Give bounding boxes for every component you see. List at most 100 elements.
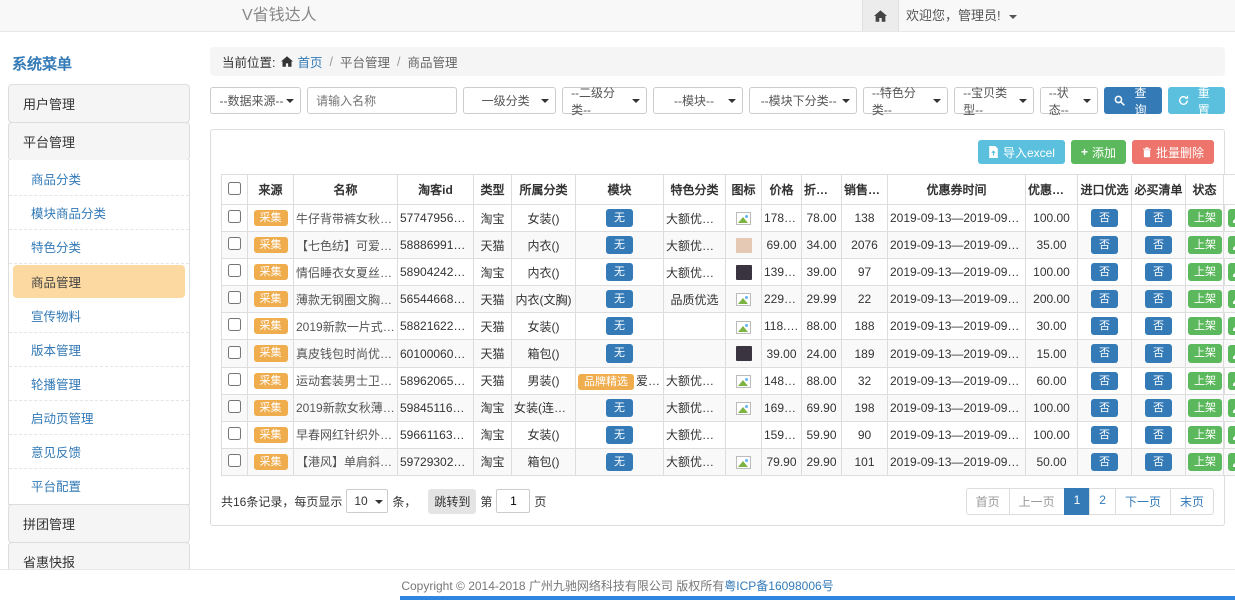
status-badge[interactable]: 上架 bbox=[1188, 290, 1222, 308]
sidebar-item-模块商品分类[interactable]: 模块商品分类 bbox=[9, 196, 189, 230]
level1-category-select[interactable]: 一级分类 bbox=[463, 87, 556, 114]
import-select-badge[interactable]: 否 bbox=[1091, 372, 1118, 390]
status-badge[interactable]: 上架 bbox=[1188, 372, 1222, 390]
page-button-末页[interactable]: 末页 bbox=[1170, 488, 1214, 515]
row-checkbox[interactable] bbox=[228, 291, 241, 304]
edit-button[interactable] bbox=[1228, 372, 1235, 390]
must-buy-badge[interactable]: 否 bbox=[1145, 317, 1172, 335]
module-brand-badge[interactable]: 品牌精选 bbox=[578, 374, 634, 390]
row-checkbox[interactable] bbox=[228, 400, 241, 413]
reset-button[interactable]: 重置 bbox=[1168, 87, 1225, 114]
status-badge[interactable]: 上架 bbox=[1188, 344, 1222, 362]
import-select-badge[interactable]: 否 bbox=[1091, 263, 1118, 281]
status-badge[interactable]: 上架 bbox=[1188, 209, 1222, 227]
page-button-1[interactable]: 1 bbox=[1064, 488, 1091, 515]
sidebar-item-版本管理[interactable]: 版本管理 bbox=[9, 333, 189, 367]
row-checkbox[interactable] bbox=[228, 237, 241, 250]
sidebar-group-拼团管理[interactable]: 拼团管理 bbox=[8, 504, 190, 543]
add-button[interactable]: + 添加 bbox=[1071, 140, 1126, 164]
must-buy-badge[interactable]: 否 bbox=[1145, 290, 1172, 308]
must-buy-badge[interactable]: 否 bbox=[1145, 209, 1172, 227]
page-button-2[interactable]: 2 bbox=[1089, 488, 1116, 515]
module-none-badge[interactable]: 无 bbox=[606, 317, 633, 335]
sidebar-item-商品分类[interactable]: 商品分类 bbox=[9, 162, 189, 196]
edit-button[interactable] bbox=[1228, 236, 1235, 254]
user-menu[interactable]: 欢迎您，管理员! bbox=[906, 0, 1017, 31]
module-none-badge[interactable]: 无 bbox=[606, 290, 633, 308]
jump-page-input[interactable] bbox=[496, 489, 530, 513]
status-badge[interactable]: 上架 bbox=[1188, 426, 1222, 444]
data-source-select[interactable]: --数据来源-- bbox=[210, 87, 301, 114]
must-buy-badge[interactable]: 否 bbox=[1145, 453, 1172, 471]
sidebar-item-平台配置[interactable]: 平台配置 bbox=[9, 469, 189, 502]
edit-button[interactable] bbox=[1228, 399, 1235, 417]
status-badge[interactable]: 上架 bbox=[1188, 453, 1222, 471]
edit-button[interactable] bbox=[1228, 290, 1235, 308]
jump-button[interactable]: 跳转到 bbox=[428, 489, 476, 514]
icp-link[interactable]: 粤ICP备16098006号 bbox=[724, 577, 833, 594]
must-buy-badge[interactable]: 否 bbox=[1145, 236, 1172, 254]
edit-button[interactable] bbox=[1228, 209, 1235, 227]
edit-button[interactable] bbox=[1228, 426, 1235, 444]
level2-category-select[interactable]: --二级分类-- bbox=[562, 87, 647, 114]
name-input[interactable] bbox=[307, 87, 457, 114]
row-checkbox[interactable] bbox=[228, 346, 241, 359]
module-none-badge[interactable]: 无 bbox=[606, 236, 633, 254]
must-buy-badge[interactable]: 否 bbox=[1145, 344, 1172, 362]
sidebar-group-平台管理[interactable]: 平台管理 bbox=[8, 122, 190, 161]
must-buy-badge[interactable]: 否 bbox=[1145, 399, 1172, 417]
edit-button[interactable] bbox=[1228, 263, 1235, 281]
select-all-checkbox[interactable] bbox=[228, 182, 241, 195]
import-select-badge[interactable]: 否 bbox=[1091, 344, 1118, 362]
module-none-badge[interactable]: 无 bbox=[606, 426, 633, 444]
import-select-badge[interactable]: 否 bbox=[1091, 236, 1118, 254]
must-buy-badge[interactable]: 否 bbox=[1145, 263, 1172, 281]
sidebar-item-特色分类[interactable]: 特色分类 bbox=[9, 230, 189, 264]
page-button-下一页[interactable]: 下一页 bbox=[1115, 488, 1171, 515]
module-none-badge[interactable]: 无 bbox=[606, 453, 633, 471]
module-none-badge[interactable]: 无 bbox=[606, 399, 633, 417]
row-checkbox[interactable] bbox=[228, 318, 241, 331]
sidebar-item-商品管理[interactable]: 商品管理 bbox=[13, 265, 185, 298]
module-none-badge[interactable]: 无 bbox=[606, 209, 633, 227]
sidebar-item-启动页管理[interactable]: 启动页管理 bbox=[9, 401, 189, 435]
page-button-首页[interactable]: 首页 bbox=[966, 488, 1010, 515]
row-checkbox[interactable] bbox=[228, 454, 241, 467]
import-select-badge[interactable]: 否 bbox=[1091, 290, 1118, 308]
row-checkbox[interactable] bbox=[228, 264, 241, 277]
row-checkbox[interactable] bbox=[228, 210, 241, 223]
edit-button[interactable] bbox=[1228, 345, 1235, 363]
import-select-badge[interactable]: 否 bbox=[1091, 209, 1118, 227]
sidebar-item-轮播管理[interactable]: 轮播管理 bbox=[9, 367, 189, 401]
import-select-badge[interactable]: 否 bbox=[1091, 399, 1118, 417]
edit-button[interactable] bbox=[1228, 453, 1235, 471]
module-select[interactable]: --模块-- bbox=[653, 87, 742, 114]
import-select-badge[interactable]: 否 bbox=[1091, 453, 1118, 471]
module-subcategory-select[interactable]: --模块下分类-- bbox=[749, 87, 857, 114]
breadcrumb-home-link[interactable]: 首页 bbox=[297, 52, 322, 71]
module-none-badge[interactable]: 无 bbox=[606, 263, 633, 281]
per-page-select[interactable]: 10 bbox=[346, 489, 388, 513]
must-buy-badge[interactable]: 否 bbox=[1145, 426, 1172, 444]
item-type-select[interactable]: --宝贝类型-- bbox=[954, 87, 1034, 114]
page-button-上一页[interactable]: 上一页 bbox=[1009, 488, 1065, 515]
must-buy-badge[interactable]: 否 bbox=[1145, 372, 1172, 390]
batch-delete-button[interactable]: 批量删除 bbox=[1132, 140, 1214, 164]
sidebar-group-用户管理[interactable]: 用户管理 bbox=[8, 84, 190, 123]
sidebar-item-宣传物料[interactable]: 宣传物料 bbox=[9, 299, 189, 333]
status-select[interactable]: --状态-- bbox=[1040, 87, 1099, 114]
module-none-badge[interactable]: 无 bbox=[606, 344, 633, 362]
import-select-badge[interactable]: 否 bbox=[1091, 426, 1118, 444]
feature-category-select[interactable]: --特色分类-- bbox=[863, 87, 948, 114]
status-badge[interactable]: 上架 bbox=[1188, 263, 1222, 281]
nav-home-button[interactable] bbox=[862, 0, 899, 31]
row-checkbox[interactable] bbox=[228, 373, 241, 386]
edit-button[interactable] bbox=[1228, 317, 1235, 335]
sidebar-item-意见反馈[interactable]: 意见反馈 bbox=[9, 435, 189, 469]
status-badge[interactable]: 上架 bbox=[1188, 399, 1222, 417]
row-checkbox[interactable] bbox=[228, 427, 241, 440]
status-badge[interactable]: 上架 bbox=[1188, 236, 1222, 254]
status-badge[interactable]: 上架 bbox=[1188, 317, 1222, 335]
import-select-badge[interactable]: 否 bbox=[1091, 317, 1118, 335]
search-button[interactable]: 查询 bbox=[1104, 87, 1161, 114]
